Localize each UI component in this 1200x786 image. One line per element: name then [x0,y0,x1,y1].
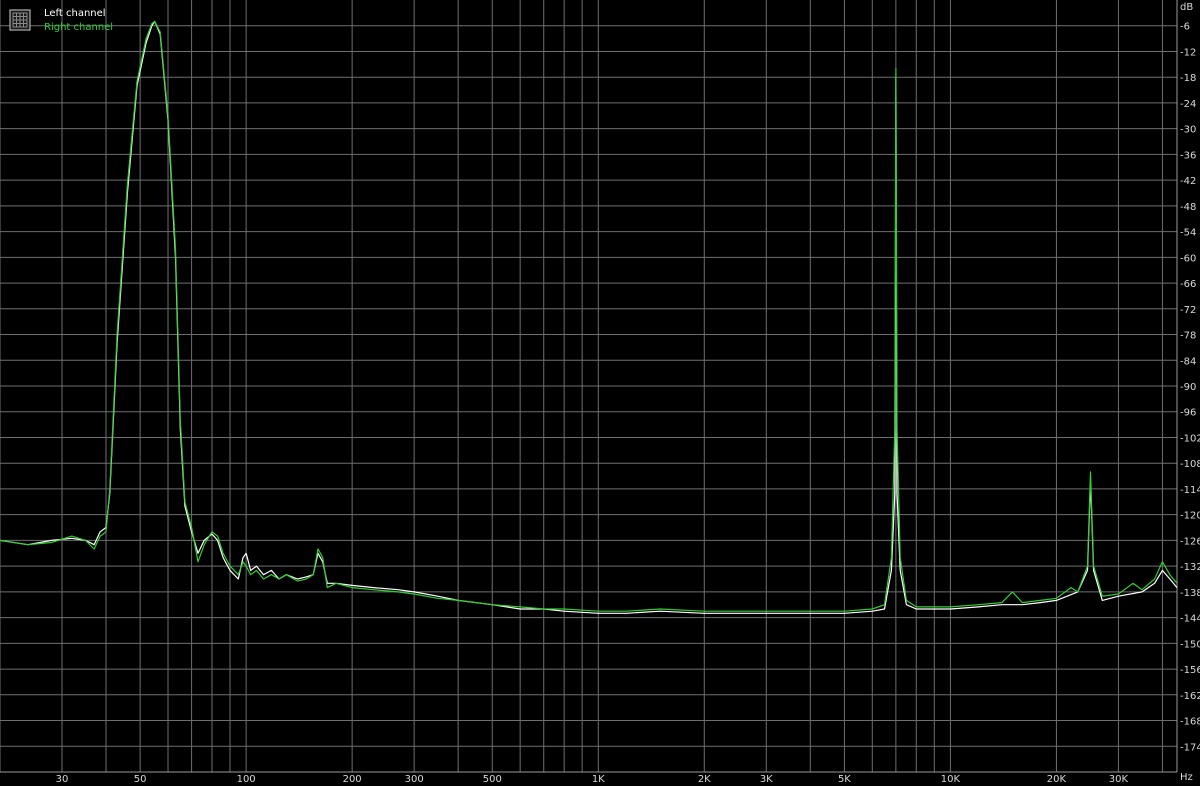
legend-entry-left: Left channel [44,8,106,19]
y-tick-label: -162 [1180,691,1200,702]
y-tick-label: -6 [1180,22,1190,33]
y-tick-label: -12 [1180,47,1196,58]
x-tick-label: 500 [483,774,502,785]
y-tick-label: -174 [1180,742,1200,753]
y-tick-label: -144 [1180,614,1200,625]
y-tick-label: -66 [1180,279,1196,290]
y-unit-label: dB [1180,2,1193,13]
y-tick-label: -54 [1180,228,1196,239]
y-tick-label: -78 [1180,331,1196,342]
x-tick-label: 10K [941,774,961,785]
y-tick-label: -96 [1180,408,1196,419]
x-tick-label: 3K [760,774,773,785]
y-tick-label: -102 [1180,433,1200,444]
x-tick-label: 100 [237,774,256,785]
y-tick-label: -132 [1180,562,1200,573]
y-tick-label: -24 [1180,99,1196,110]
grid-icon [9,9,31,31]
y-tick-label: -60 [1180,253,1196,264]
x-tick-label: 20K [1047,774,1067,785]
y-tick-label: -30 [1180,125,1196,136]
y-tick-label: -150 [1180,639,1200,650]
y-tick-label: -90 [1180,382,1196,393]
y-tick-label: -84 [1180,356,1196,367]
y-tick-label: -48 [1180,202,1196,213]
y-tick-label: -36 [1180,150,1196,161]
y-tick-label: -156 [1180,665,1200,676]
x-tick-label: 2K [698,774,711,785]
y-tick-label: -168 [1180,717,1200,728]
y-tick-label: -42 [1180,176,1196,187]
x-tick-label: 30K [1109,774,1129,785]
x-tick-label: 200 [343,774,362,785]
spectrum-chart: dB Hz -6 -12 -18 -24 -30 -36 -42 -48 -54 -60 -66 -7… [0,0,1200,786]
x-tick-label: 30 [56,774,69,785]
x-unit-label: Hz [1180,772,1193,783]
x-tick-label: 5K [838,774,851,785]
y-tick-label: -114 [1180,485,1200,496]
y-tick-label: -108 [1180,459,1200,470]
x-tick-label: 1K [592,774,605,785]
x-tick-label: 50 [134,774,147,785]
y-tick-label: -72 [1180,305,1196,316]
y-tick-label: -126 [1180,536,1200,547]
y-tick-label: -18 [1180,73,1196,84]
x-tick-label: 300 [405,774,424,785]
legend-entry-right: Right channel [44,22,113,33]
y-tick-label: -138 [1180,588,1200,599]
y-tick-label: -120 [1180,511,1200,522]
